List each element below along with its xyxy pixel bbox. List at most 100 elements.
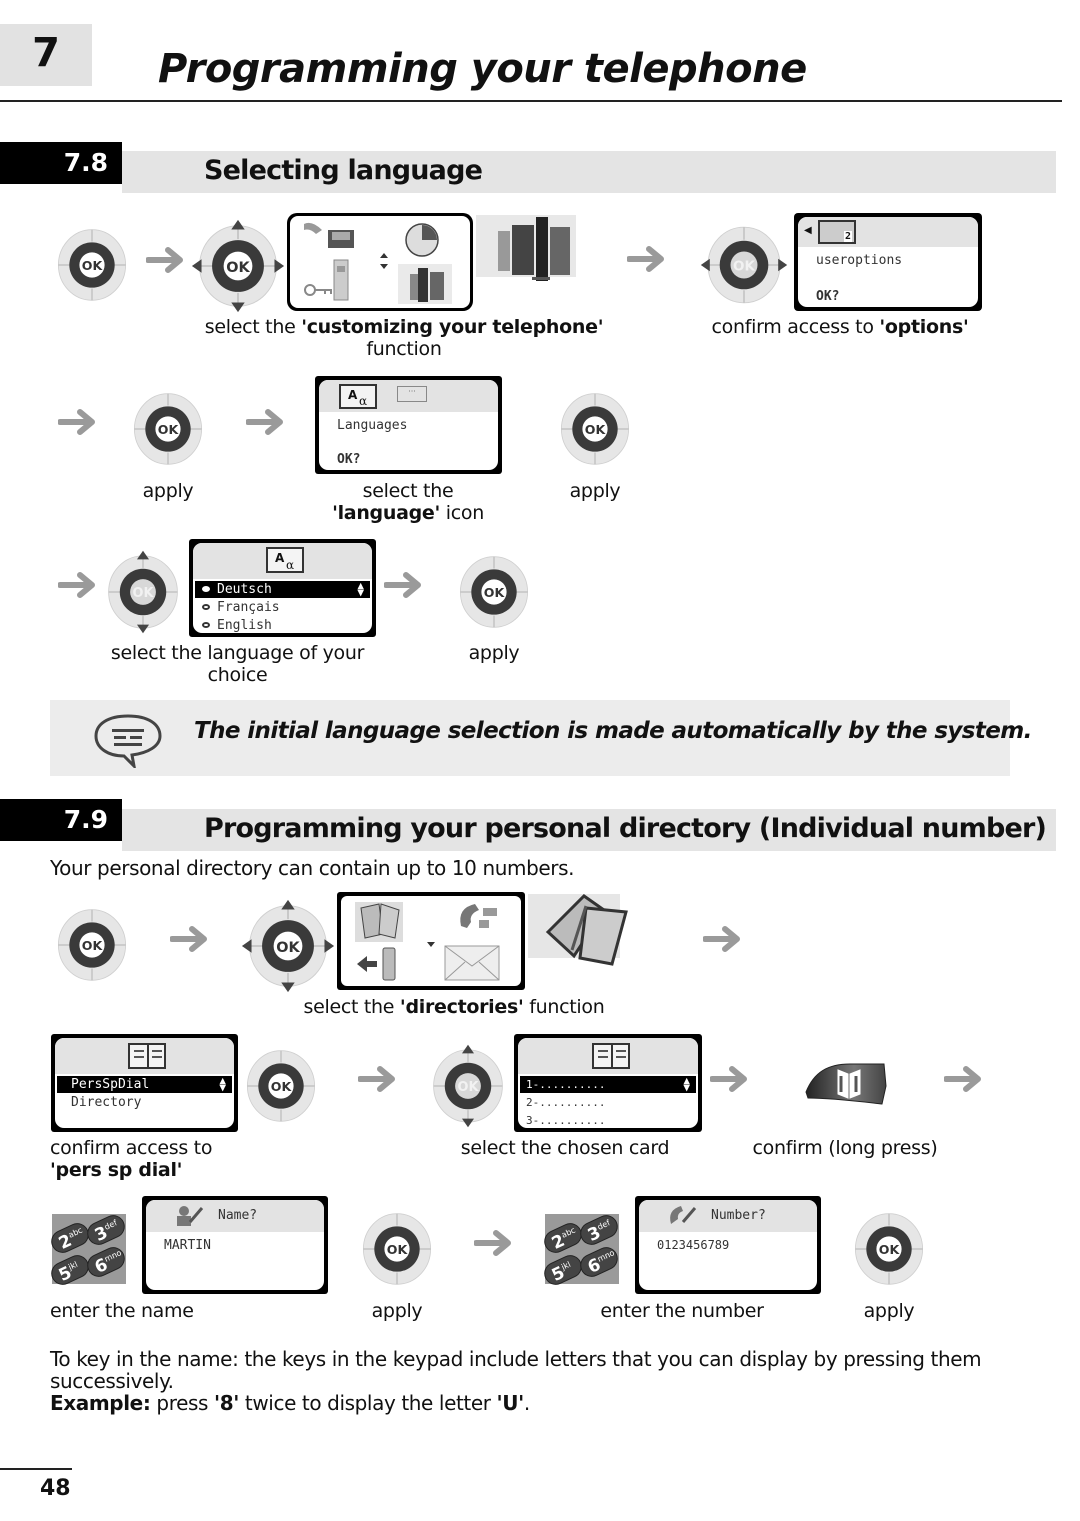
navigator-ok-button[interactable]: OK: [240, 898, 336, 994]
card-option[interactable]: 3-..........: [520, 1112, 696, 1128]
scroll-updown-icon: [380, 253, 388, 269]
caption-enter-name: enter the name: [50, 1300, 194, 1322]
number-prompt: Number?: [711, 1208, 766, 1223]
ok-prompt: OK?: [816, 289, 840, 304]
caption-select-directories: select the 'directories' function: [303, 996, 605, 1018]
screen-header: [55, 1038, 234, 1074]
ok-button[interactable]: OK: [239, 1041, 323, 1131]
ok-button[interactable]: OK: [452, 547, 536, 637]
keypad-icon[interactable]: 2 abc 3 def 5 jkl 6 mno: [543, 1212, 621, 1286]
section-78-number: 7.8: [0, 142, 122, 184]
number-field[interactable]: 0123456789: [657, 1238, 729, 1252]
right-arrow-icon: [778, 258, 788, 272]
ok-button[interactable]: OK: [553, 384, 637, 474]
language-option-selected[interactable]: Deutsch ▲ ▼: [195, 579, 370, 599]
screen-header: Name?: [146, 1200, 324, 1232]
radio-selected-icon: [202, 586, 210, 592]
clock-icon: [405, 223, 439, 257]
card-option-selected[interactable]: 1-.......... ▲ ▼: [520, 1074, 696, 1094]
edit-contact-icon: [174, 1204, 204, 1226]
left-arrow-icon: ◀: [804, 225, 812, 236]
navigator-ok-button[interactable]: OK: [425, 1040, 511, 1132]
language-icon: A α: [339, 384, 377, 409]
arrow-right-icon: [944, 1066, 984, 1092]
language-option[interactable]: English: [195, 617, 370, 633]
note-text: The initial language selection is made a…: [194, 718, 1032, 744]
screen-header: A α ···: [319, 380, 498, 412]
left-arrow-icon: [191, 259, 202, 273]
radio-icon: [202, 622, 210, 628]
directory-key-button[interactable]: [804, 1062, 888, 1110]
caption-apply: apply: [142, 480, 194, 502]
svg-text:OK: OK: [133, 586, 155, 601]
right-arrow-icon: [274, 259, 285, 273]
ok-button[interactable]: OK: [50, 900, 134, 990]
ok-button[interactable]: OK: [847, 1204, 931, 1294]
up-arrow-icon: [461, 1044, 475, 1054]
caption-select-language-icon: select the'language' icon: [332, 480, 484, 524]
page-rule: [0, 1468, 72, 1470]
arrow-right-icon: [710, 1066, 750, 1092]
navigator-ok-button[interactable]: OK: [190, 218, 286, 314]
navigator-ok-button[interactable]: OK: [100, 546, 186, 638]
caption-confirm-pers-sp-dial: confirm access to'pers sp dial': [50, 1137, 213, 1181]
arrow-right-icon: [246, 409, 286, 435]
svg-text:OK: OK: [226, 260, 250, 276]
keypad-icon[interactable]: 2 abc 3 def 5 jkl 6 mno: [50, 1212, 128, 1286]
screen-header: A α: [193, 543, 372, 579]
function-menu-screen: [337, 892, 525, 990]
svg-text:OK: OK: [271, 1079, 293, 1094]
svg-text:OK: OK: [879, 1242, 901, 1257]
language-list-screen: A α Deutsch ▲ ▼ Français English: [189, 539, 376, 637]
keypad-tip: To key in the name: the keys in the keyp…: [50, 1347, 982, 1415]
envelope-icon: [444, 945, 500, 981]
ok-button[interactable]: OK: [126, 384, 210, 474]
directory-option[interactable]: Directory: [57, 1094, 232, 1111]
ok-button[interactable]: OK: [50, 220, 134, 310]
directory-icon: [592, 1043, 630, 1069]
scroll-updown-icon: ▲ ▼: [683, 1074, 690, 1094]
number-entry-screen: Number? 0123456789: [635, 1196, 821, 1294]
function-menu-screen: [287, 213, 473, 311]
svg-text:OK: OK: [276, 940, 300, 956]
ok-button[interactable]: OK: [355, 1204, 439, 1294]
navigator-ok-button[interactable]: OK: [697, 220, 791, 310]
arrow-right-icon: [703, 926, 743, 952]
arrow-right-icon: [627, 246, 667, 272]
arrow-right-icon: [474, 1230, 514, 1256]
caption-apply: apply: [863, 1300, 915, 1322]
info-icon: [398, 264, 452, 304]
handset-transfer-icon: [460, 904, 497, 928]
svg-text:OK: OK: [387, 1242, 409, 1257]
left-arrow-icon: [700, 258, 710, 272]
arrow-right-icon: [146, 247, 186, 273]
name-field[interactable]: MARTIN: [164, 1238, 211, 1253]
chapter-rule: [0, 100, 1062, 102]
chapter-title: Programming your telephone: [158, 46, 807, 92]
scroll-updown-icon: ▲ ▼: [219, 1074, 226, 1094]
options-line: useroptions: [816, 253, 903, 268]
directory-option-selected[interactable]: PersSpDial ▲ ▼: [57, 1074, 232, 1094]
card-option[interactable]: 2-..........: [520, 1094, 696, 1111]
info-large-icon: [476, 213, 580, 283]
name-entry-screen: Name? MARTIN: [142, 1196, 328, 1294]
caption-select-card: select the chosen card: [460, 1137, 670, 1159]
caption-confirm-options: confirm access to 'options': [711, 316, 969, 338]
directory-type-screen: PersSpDial ▲ ▼ Directory: [51, 1034, 238, 1132]
directory-book-icon: [355, 902, 403, 942]
language-option[interactable]: Français: [195, 599, 370, 616]
page-number: 48: [40, 1476, 71, 1501]
arrow-right-icon: [358, 1066, 398, 1092]
language-icon: A α: [266, 547, 304, 573]
caption-apply: apply: [569, 480, 621, 502]
ok-prompt: OK?: [337, 452, 361, 467]
arrow-right-icon: [58, 572, 98, 598]
arrow-right-icon: [384, 572, 424, 598]
screen-header: [518, 1038, 698, 1074]
caption-enter-number: enter the number: [600, 1300, 764, 1322]
svg-text:OK: OK: [484, 585, 506, 600]
scroll-updown-icon: ▲ ▼: [357, 579, 364, 599]
directory-intro: Your personal directory can contain up t…: [50, 856, 575, 880]
section-79-title: Programming your personal directory (Ind…: [204, 813, 1047, 844]
down-arrow-icon: [461, 1118, 475, 1128]
